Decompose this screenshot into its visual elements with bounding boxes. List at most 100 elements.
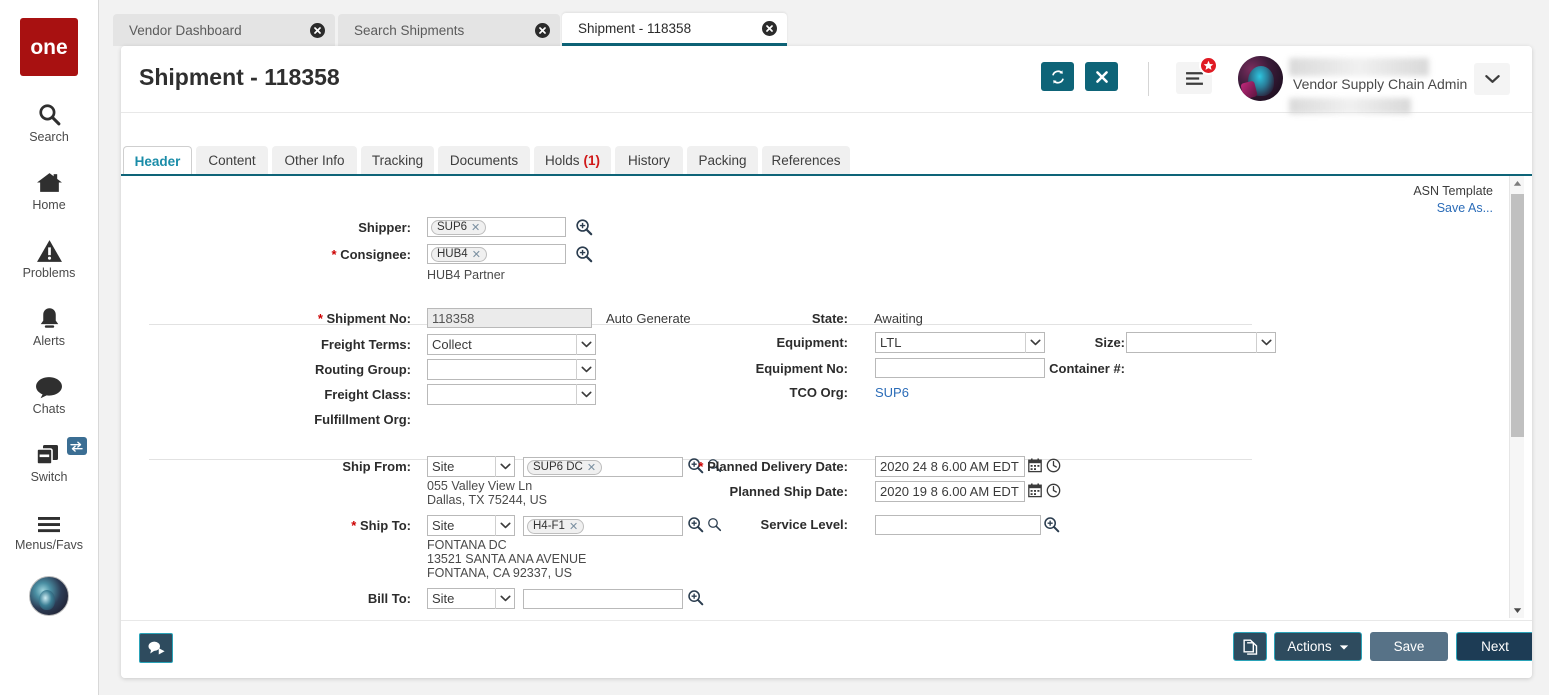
ship-from-address-line2: Dallas, TX 75244, US [427,493,547,507]
section-tab-bar: Header Content Other Info Tracking Docum… [121,146,1532,174]
tab-label: Documents [450,153,518,168]
form-pane: ASN Template Save As... Shipper: SUP6 ✕ [121,176,1511,618]
avatar[interactable] [1238,56,1283,101]
chevron-down-icon [1339,639,1349,654]
shipper-lookup-button[interactable] [575,218,593,241]
tab-packing[interactable]: Packing [687,146,758,174]
service-level-input[interactable] [875,515,1041,535]
copy-document-icon [1243,639,1258,655]
remove-token-icon[interactable]: ✕ [569,520,578,533]
close-icon[interactable] [535,23,550,38]
tco-org-value[interactable]: SUP6 [875,385,909,400]
sidebar-item-chats[interactable]: Chats [0,369,99,416]
browser-tab-label: Vendor Dashboard [129,23,296,38]
browser-tab-search-shipments[interactable]: Search Shipments [338,14,560,46]
star-icon [1203,60,1214,71]
tab-references[interactable]: References [762,146,850,174]
actions-button[interactable]: Actions [1274,632,1362,661]
asn-save-as-link[interactable]: Save As... [1437,201,1493,215]
shipment-no-label: * Shipment No: [231,311,411,326]
warning-triangle-icon [36,233,63,263]
planned-ship-time-button[interactable] [1046,483,1061,503]
sidebar-item-switch[interactable]: Switch [0,437,99,484]
sidebar-avatar[interactable] [29,576,69,616]
routing-group-select[interactable] [427,359,596,380]
close-icon[interactable] [762,21,777,36]
tab-label: References [771,153,840,168]
service-level-lookup-button[interactable] [1043,516,1060,538]
browser-tab-shipment-118358[interactable]: Shipment - 118358 [562,13,787,46]
bill-to-type-select[interactable]: Site [427,588,515,609]
ship-to-label: * Ship To: [251,518,411,533]
chevron-down-icon [495,588,514,609]
scroll-down-button[interactable] [1510,603,1525,618]
bill-to-input[interactable] [523,589,683,609]
save-button[interactable]: Save [1370,632,1448,661]
one-network-logo[interactable]: one [20,18,78,76]
shipment-no-value: 118358 [432,311,474,326]
comments-button[interactable] [139,633,173,663]
consignee-token-label: HUB4 [437,248,468,260]
sidebar-item-problems[interactable]: Problems [0,233,99,280]
calendar-icon [1028,483,1042,498]
user-menu-button[interactable] [1474,63,1510,95]
planned-ship-date-input[interactable]: 2020 19 8 6.00 AM EDT [875,481,1025,502]
shipper-input[interactable]: SUP6 ✕ [427,217,566,237]
size-select[interactable] [1126,332,1276,353]
required-marker: * [351,518,356,533]
consignee-input[interactable]: HUB4 ✕ [427,244,566,264]
freight-terms-select[interactable]: Collect [427,334,596,355]
consignee-token[interactable]: HUB4 ✕ [431,247,487,262]
ship-to-address-line1: FONTANA DC [427,538,507,552]
refresh-icon [1050,69,1066,85]
tab-content[interactable]: Content [196,146,268,174]
ship-to-token[interactable]: H4-F1 ✕ [527,519,584,534]
tab-documents[interactable]: Documents [438,146,530,174]
form-vertical-scrollbar[interactable] [1509,176,1524,618]
sidebar-item-label: Problems [23,266,76,280]
zoom-in-icon [575,218,593,236]
consignee-lookup-button[interactable] [575,245,593,268]
shipper-token[interactable]: SUP6 ✕ [431,220,486,235]
scrollbar-thumb[interactable] [1511,194,1524,437]
tab-holds[interactable]: Holds (1) [534,146,611,174]
equipment-value: LTL [880,335,901,350]
ship-from-token[interactable]: SUP6 DC ✕ [527,460,602,475]
freight-class-select[interactable] [427,384,596,405]
svg-text:one: one [30,36,67,59]
logo-wordmark-icon: one [26,34,72,60]
sidebar-item-alerts[interactable]: Alerts [0,301,99,348]
page-area: Vendor Dashboard Search Shipments Shipme… [99,0,1549,695]
planned-delivery-time-button[interactable] [1046,458,1061,478]
browser-tab-vendor-dashboard[interactable]: Vendor Dashboard [113,14,335,46]
holds-count-badge: (1) [584,153,601,168]
next-button[interactable]: Next [1456,632,1532,661]
close-button[interactable] [1085,62,1118,91]
tab-header[interactable]: Header [123,146,192,175]
zoom-in-icon [687,589,704,606]
planned-delivery-date-input[interactable]: 2020 24 8 6.00 AM EDT [875,456,1025,477]
sidebar-item-menus-favs[interactable]: Menus/Favs [0,505,99,552]
bill-to-lookup-button[interactable] [687,589,704,611]
scroll-up-button[interactable] [1510,176,1525,191]
planned-delivery-calendar-button[interactable] [1028,458,1042,478]
tab-tracking[interactable]: Tracking [361,146,434,174]
tab-history[interactable]: History [615,146,683,174]
remove-token-icon[interactable]: ✕ [587,461,596,474]
tab-label: History [628,153,670,168]
planned-ship-calendar-button[interactable] [1028,483,1042,503]
planned-ship-date-label: Planned Ship Date: [617,484,848,499]
close-icon[interactable] [310,23,325,38]
sidebar-item-search[interactable]: Search [0,97,99,144]
switch-toggle-badge[interactable] [67,437,87,455]
remove-token-icon[interactable]: ✕ [472,248,481,261]
remove-token-icon[interactable]: ✕ [471,221,480,234]
ship-to-type-select[interactable]: Site [427,515,515,536]
tab-label: Header [135,154,181,169]
copy-button[interactable] [1233,632,1267,661]
shipment-no-input[interactable]: 118358 [427,308,592,328]
ship-from-type-select[interactable]: Site [427,456,515,477]
refresh-button[interactable] [1041,62,1074,91]
sidebar-item-home[interactable]: Home [0,165,99,212]
tab-other-info[interactable]: Other Info [272,146,357,174]
